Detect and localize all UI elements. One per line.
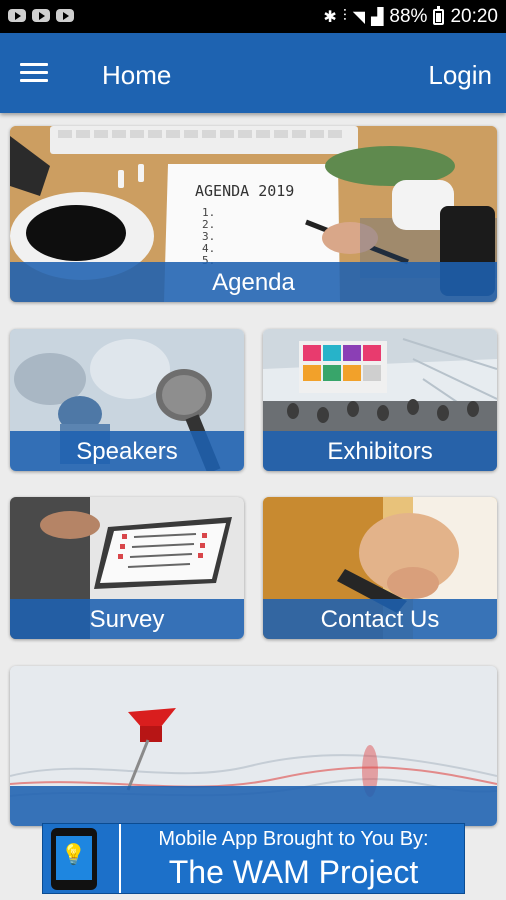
status-time: 20:20 bbox=[450, 5, 498, 27]
tile-label: Speakers bbox=[10, 431, 244, 471]
tile-agenda[interactable]: AGENDA 2019 1. 2. 3. 4. 5. Agenda bbox=[10, 126, 497, 302]
tile-label: Agenda bbox=[10, 262, 497, 302]
status-bar: ✱ ⫶ ◥ ▟ 88% 20:20 bbox=[0, 0, 506, 33]
bluetooth-icon: ✱ bbox=[323, 8, 337, 26]
banner-line1: Mobile App Brought to You By: bbox=[158, 828, 429, 850]
banner-line2: The WAM Project bbox=[168, 854, 419, 890]
sponsor-banner[interactable]: 💡 Mobile App Brought to You By: The WAM … bbox=[42, 823, 465, 894]
youtube-notification-icon bbox=[32, 9, 50, 22]
tile-map[interactable] bbox=[10, 666, 497, 826]
phone-logo-icon: 💡 bbox=[51, 828, 97, 890]
app-bar: Home Login bbox=[0, 33, 506, 113]
agenda-heading-text: AGENDA 2019 bbox=[195, 182, 294, 200]
battery-icon bbox=[433, 5, 445, 25]
tile-label: Contact Us bbox=[263, 599, 497, 639]
tile-label: Survey bbox=[10, 599, 244, 639]
battery-percent: 88% bbox=[389, 5, 428, 27]
youtube-notification-icon bbox=[56, 9, 74, 22]
banner-divider bbox=[119, 824, 121, 893]
tile-exhibitors[interactable]: Exhibitors bbox=[263, 329, 497, 471]
youtube-notification-icon bbox=[8, 9, 26, 22]
tile-label bbox=[10, 786, 497, 826]
page-title: Home bbox=[102, 60, 172, 90]
vibrate-icon: ⫶ bbox=[342, 7, 347, 25]
signal-icon: ▟ bbox=[371, 8, 384, 26]
tile-label: Exhibitors bbox=[263, 431, 497, 471]
menu-icon[interactable] bbox=[20, 63, 48, 85]
login-button[interactable]: Login bbox=[428, 60, 492, 91]
wifi-icon: ◥ bbox=[352, 8, 366, 26]
tile-contact-us[interactable]: Contact Us bbox=[263, 497, 497, 639]
tile-survey[interactable]: Survey bbox=[10, 497, 244, 639]
tile-speakers[interactable]: Speakers bbox=[10, 329, 244, 471]
lightbulb-icon: 💡 bbox=[61, 844, 86, 866]
